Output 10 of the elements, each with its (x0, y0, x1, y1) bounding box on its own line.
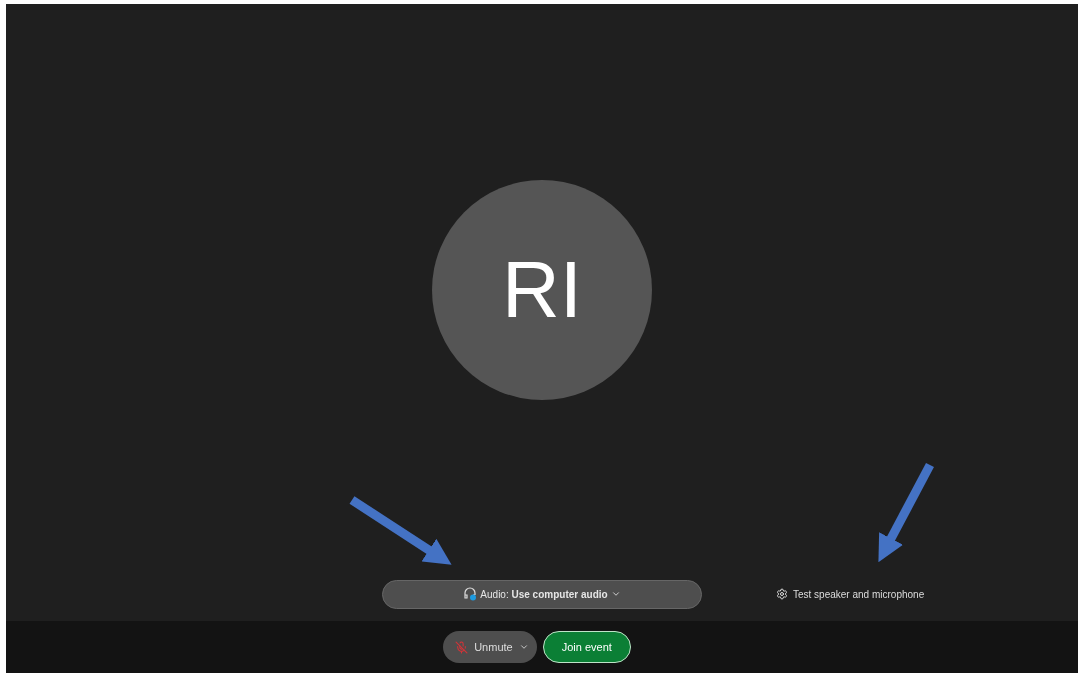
headset-icon (463, 587, 478, 601)
muted-microphone-icon (455, 640, 469, 654)
avatar: RI (432, 180, 652, 400)
settings-icon (776, 588, 788, 600)
chevron-icon (610, 589, 621, 599)
join-button[interactable]: Join event (542, 631, 631, 663)
test-audio-button[interactable]: Test speaker and microphone (776, 588, 925, 600)
audio-selector[interactable]: Audio: Use computer audio (382, 579, 702, 609)
unmute-button[interactable]: Unmute (443, 631, 537, 663)
chevron-icon (518, 642, 529, 652)
